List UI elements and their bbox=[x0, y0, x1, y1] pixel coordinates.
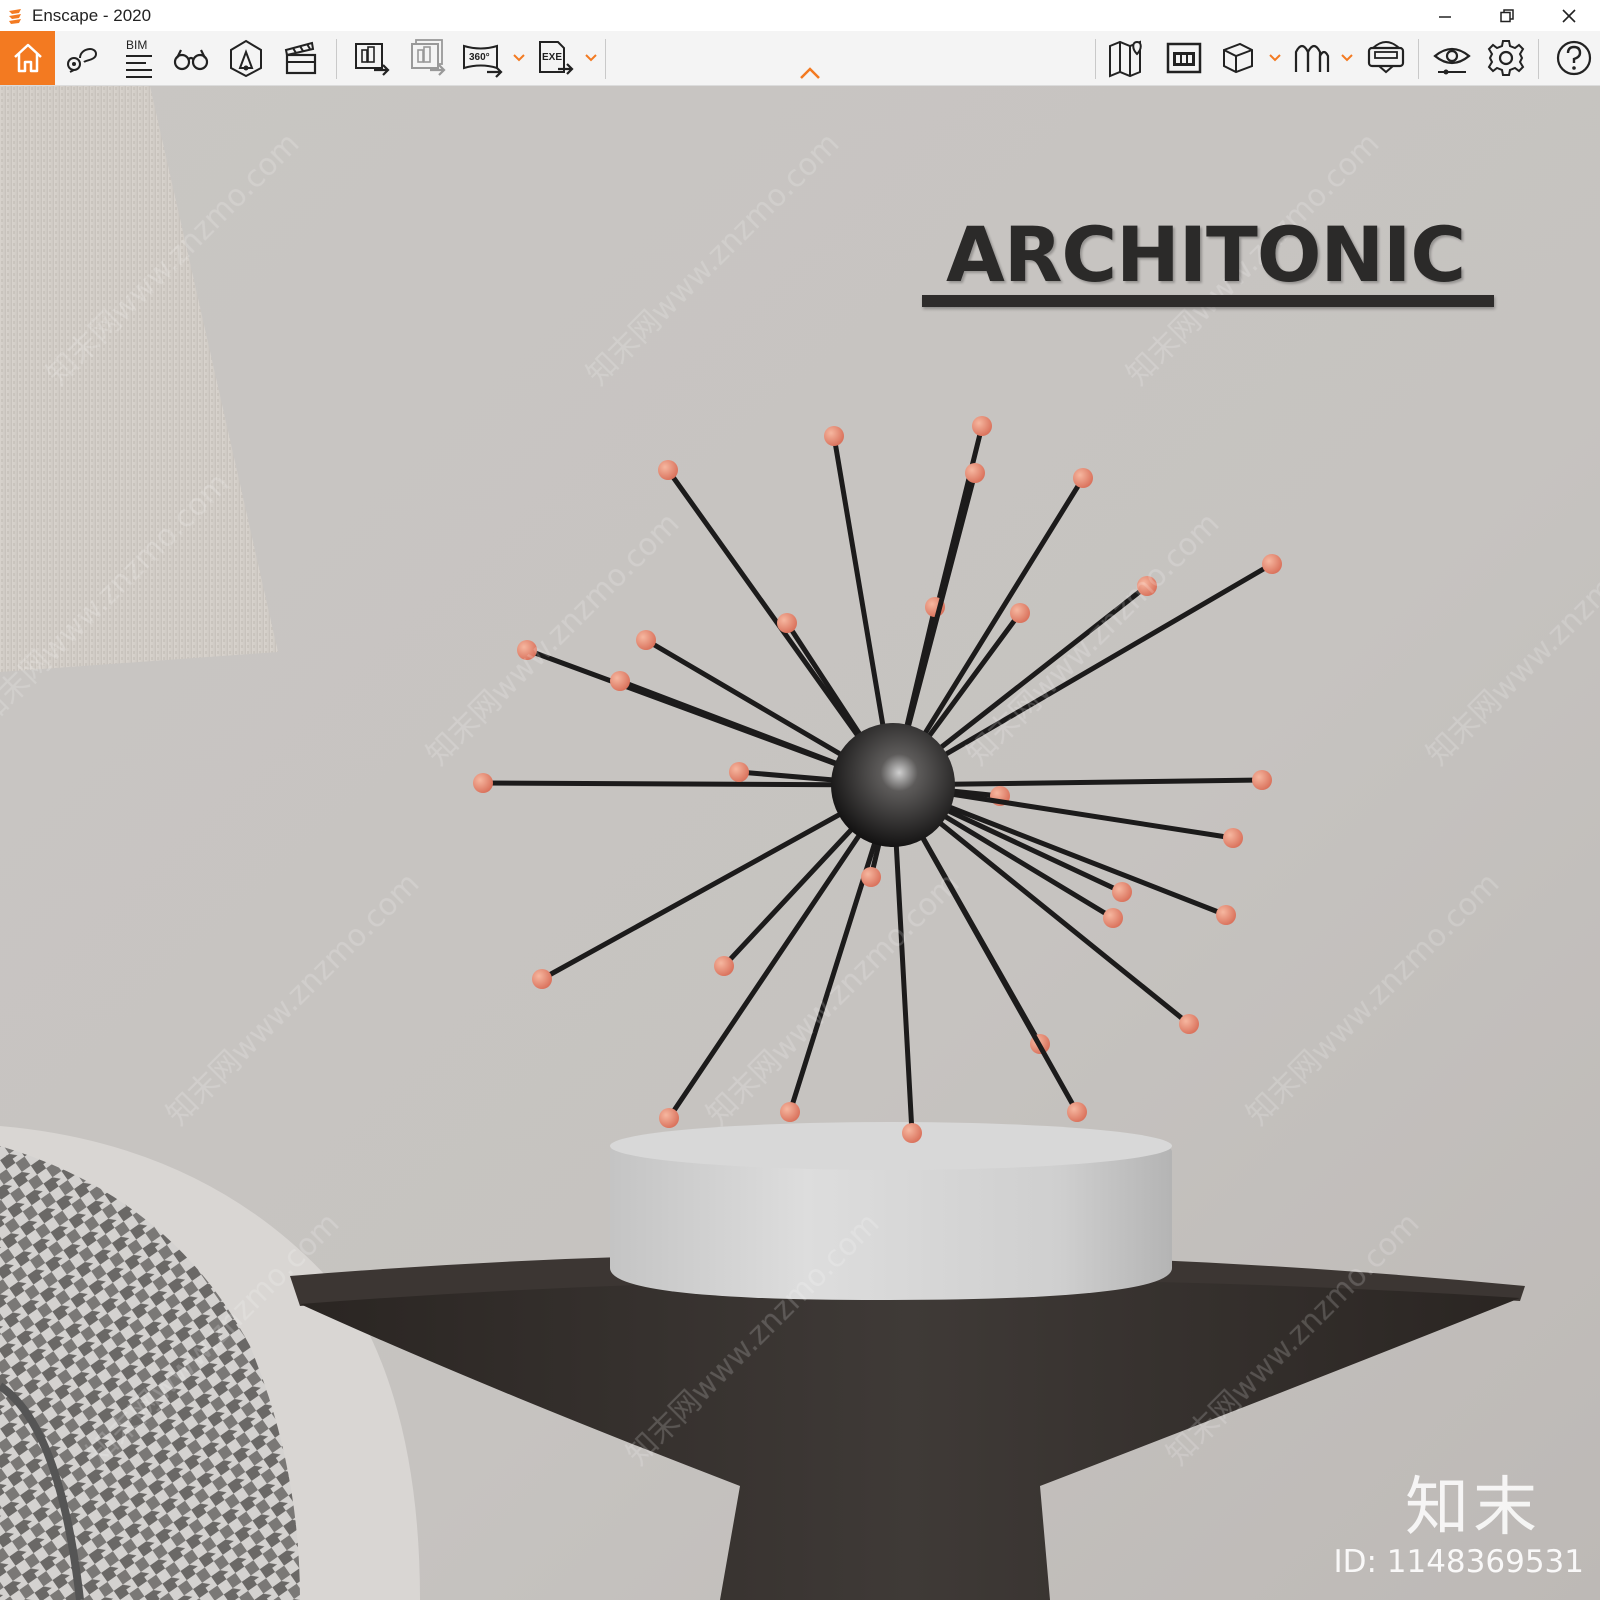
sculpture-center-sphere bbox=[831, 723, 955, 847]
help-button[interactable] bbox=[1548, 31, 1600, 85]
home-icon bbox=[13, 43, 42, 73]
help-icon bbox=[1556, 40, 1592, 76]
main-toolbar: BIM 360° EXE bbox=[0, 31, 1600, 86]
sculpture-rod-tip bbox=[610, 671, 630, 691]
sculpture-rod-tip bbox=[780, 1102, 800, 1122]
general-settings-button[interactable] bbox=[1480, 31, 1532, 85]
binoculars-icon bbox=[173, 49, 209, 71]
bim-label: BIM bbox=[126, 38, 147, 52]
collaborative-button[interactable] bbox=[1286, 31, 1338, 85]
home-button[interactable] bbox=[0, 31, 55, 85]
sculpture-rod-tip bbox=[1067, 1102, 1087, 1122]
location-pin-icon bbox=[67, 48, 98, 73]
toolbar-separator bbox=[605, 39, 606, 79]
toolbar-separator bbox=[1418, 39, 1419, 79]
batch-render-icon bbox=[411, 39, 446, 76]
asset-library-icon bbox=[230, 39, 262, 78]
architonic-wordmark: ARCHITONIC bbox=[946, 210, 1466, 299]
binoculars-button[interactable] bbox=[165, 31, 217, 85]
sculpture-rod-tip bbox=[659, 1108, 679, 1128]
video-editor-button[interactable] bbox=[274, 31, 326, 85]
bim-info-icon: BIM bbox=[126, 38, 152, 78]
sculpture-rod-tip bbox=[1073, 468, 1093, 488]
gear-icon bbox=[1487, 40, 1525, 76]
title-bar: Enscape - 2020 bbox=[0, 0, 1600, 31]
restore-icon[interactable] bbox=[1476, 0, 1538, 31]
view-mode-dropdown-chevron-down-icon[interactable] bbox=[1268, 49, 1282, 67]
panorama-360-icon: 360° bbox=[463, 44, 503, 78]
sculpture-rod-tip bbox=[824, 426, 844, 446]
sculpture-rod-tip bbox=[861, 867, 881, 887]
visual-settings-button[interactable] bbox=[1426, 31, 1478, 85]
sculpture-rod-tip bbox=[972, 416, 992, 436]
sculpture-rod-tip bbox=[1216, 905, 1236, 925]
architonic-underline bbox=[922, 295, 1494, 307]
sculpture-rod-tip bbox=[1103, 908, 1123, 928]
rendered-scene: 知末网www.znzmo.com 知末网www.znzmo.com 知末网www.z… bbox=[0, 86, 1600, 1600]
enscape-logo-icon bbox=[4, 5, 26, 27]
sculpture-rod-tip bbox=[532, 969, 552, 989]
sculpture-rod-tip bbox=[965, 463, 985, 483]
toolbar-separator bbox=[1538, 39, 1539, 79]
screenshot-export-button[interactable] bbox=[346, 31, 398, 85]
sculpture-rod-tip bbox=[1010, 603, 1030, 623]
eye-settings-icon bbox=[1433, 47, 1471, 75]
watermark-brand: 知末 bbox=[1405, 1471, 1541, 1545]
sculpture-rod-tip bbox=[473, 773, 493, 793]
sculpture-rod-tip bbox=[658, 460, 678, 480]
watermark-id: ID: 1148369531 bbox=[1333, 1544, 1584, 1580]
sculpture-rod-tip bbox=[729, 762, 749, 782]
minimize-icon[interactable] bbox=[1414, 0, 1476, 31]
collapse-toolbar-chevron-up-icon[interactable] bbox=[797, 63, 823, 83]
vr-headset-icon bbox=[1367, 41, 1405, 74]
people-icon bbox=[1294, 44, 1330, 72]
clapperboard-icon bbox=[284, 41, 317, 75]
exe-label: EXE bbox=[542, 52, 562, 63]
sculpture-rod-tip bbox=[1262, 554, 1282, 574]
mini-map-button[interactable] bbox=[1158, 31, 1210, 85]
sculpture-rod-tip bbox=[1223, 828, 1243, 848]
collaborative-dropdown-chevron-down-icon[interactable] bbox=[1340, 49, 1354, 67]
close-icon[interactable] bbox=[1538, 0, 1600, 31]
sculpture-rod-tip bbox=[714, 956, 734, 976]
sculpture-rod-tip bbox=[1252, 770, 1272, 790]
panorama-button[interactable]: 360° bbox=[457, 31, 509, 85]
bim-button[interactable]: BIM bbox=[110, 31, 162, 85]
window-title: Enscape - 2020 bbox=[32, 5, 152, 25]
sculpture-rod-tip bbox=[902, 1123, 922, 1143]
views-button[interactable] bbox=[56, 31, 108, 85]
render-export-icon bbox=[355, 43, 390, 76]
vr-headset-button[interactable] bbox=[1360, 31, 1412, 85]
exe-export-icon: EXE bbox=[539, 41, 574, 75]
sculpture-base-top bbox=[610, 1122, 1172, 1170]
exe-export-button[interactable]: EXE bbox=[530, 31, 582, 85]
map-button[interactable] bbox=[1102, 31, 1154, 85]
sculpture-rod-tip bbox=[636, 630, 656, 650]
toolbar-separator bbox=[1095, 39, 1096, 79]
sculpture-rod-tip bbox=[777, 613, 797, 633]
sculpture-rod-tip bbox=[1112, 882, 1132, 902]
toolbar-separator bbox=[336, 39, 337, 79]
mini-map-icon bbox=[1166, 42, 1202, 74]
map-icon bbox=[1109, 40, 1142, 78]
asset-library-button[interactable] bbox=[220, 31, 272, 85]
cube-icon bbox=[1223, 42, 1253, 74]
render-viewport[interactable]: 知末网www.znzmo.com 知末网www.znzmo.com 知末网www.z… bbox=[0, 86, 1600, 1600]
panorama-dropdown-chevron-down-icon[interactable] bbox=[512, 49, 526, 67]
exe-dropdown-chevron-down-icon[interactable] bbox=[584, 49, 598, 67]
batch-render-button[interactable] bbox=[402, 31, 454, 85]
panorama-label: 360° bbox=[469, 52, 490, 63]
sculpture-rod-tip bbox=[1179, 1014, 1199, 1034]
view-mode-button[interactable] bbox=[1212, 31, 1264, 85]
